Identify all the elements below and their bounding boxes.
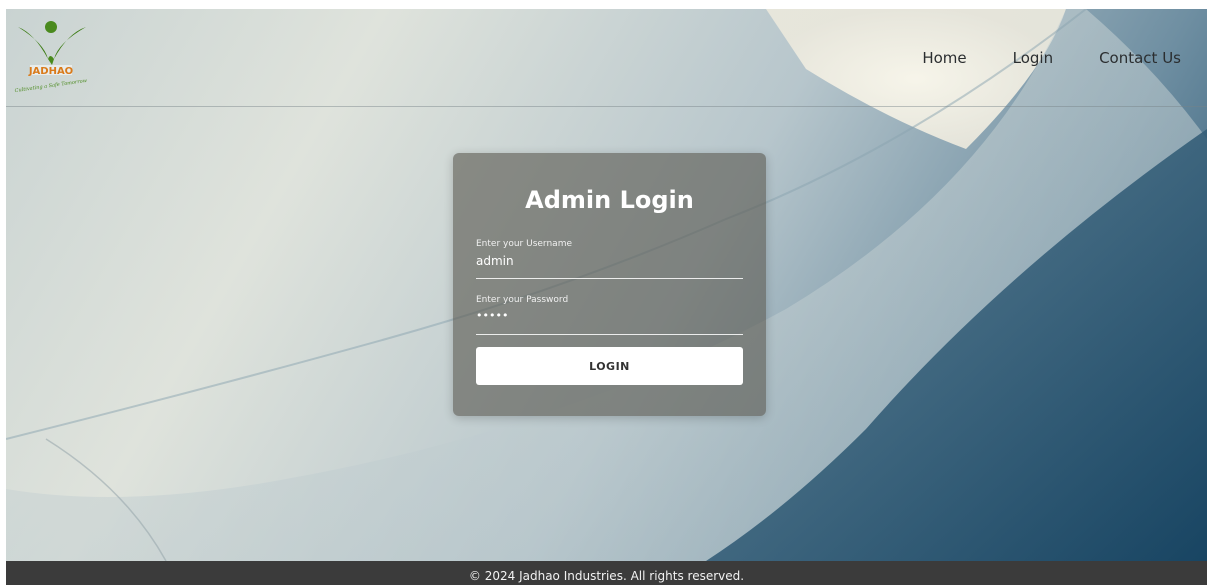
login-button[interactable]: LOGIN bbox=[476, 347, 743, 385]
footer: © 2024 Jadhao Industries. All rights res… bbox=[6, 561, 1207, 585]
footer-copyright: © 2024 Jadhao Industries. All rights res… bbox=[468, 569, 745, 583]
page-frame: JADHAO Cultivating a Safe Tomorrow Home … bbox=[6, 9, 1207, 585]
nav-login-link[interactable]: Login bbox=[1013, 49, 1053, 67]
admin-login-card: Admin Login Enter your Username admin En… bbox=[453, 153, 766, 416]
logo-tagline: Cultivating a Safe Tomorrow bbox=[14, 78, 88, 94]
login-title: Admin Login bbox=[525, 186, 694, 214]
password-field[interactable]: Enter your Password ••••• bbox=[476, 295, 743, 335]
password-input[interactable]: ••••• bbox=[476, 309, 743, 322]
username-input[interactable]: admin bbox=[476, 254, 743, 268]
password-label: Enter your Password bbox=[476, 295, 569, 305]
nav-home-link[interactable]: Home bbox=[922, 49, 966, 67]
leaf-logo-icon: JADHAO Cultivating a Safe Tomorrow bbox=[14, 21, 88, 94]
username-field[interactable]: Enter your Username admin bbox=[476, 239, 743, 279]
username-label: Enter your Username bbox=[476, 239, 572, 249]
top-navbar: JADHAO Cultivating a Safe Tomorrow Home … bbox=[6, 9, 1207, 107]
logo-text: JADHAO bbox=[28, 66, 73, 77]
company-logo[interactable]: JADHAO Cultivating a Safe Tomorrow bbox=[10, 13, 92, 95]
nav-links: Home Login Contact Us bbox=[922, 49, 1181, 67]
nav-contact-us-link[interactable]: Contact Us bbox=[1099, 49, 1181, 67]
